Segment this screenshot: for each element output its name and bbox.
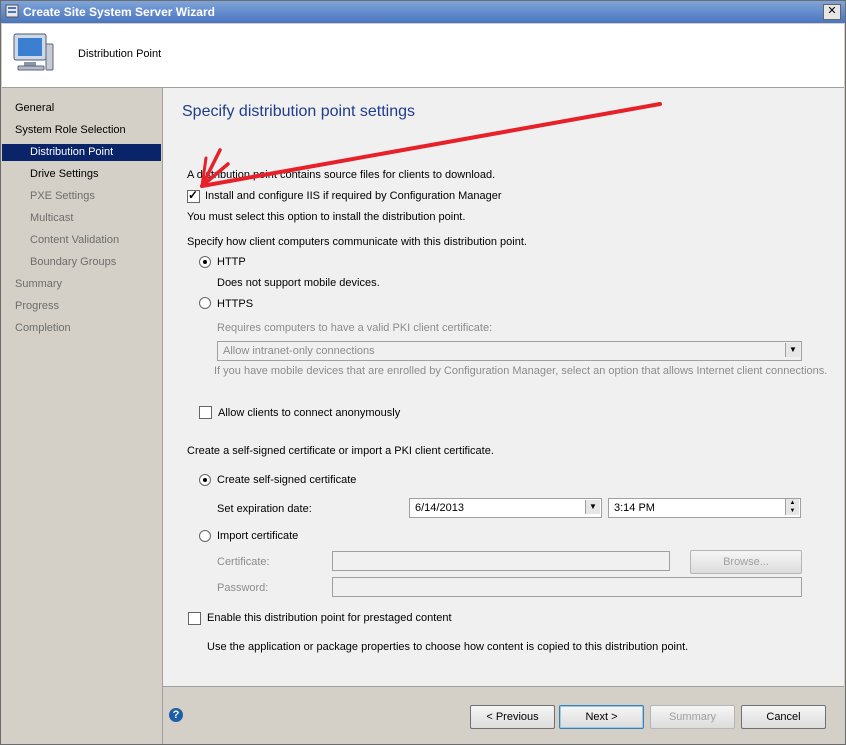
install-iis-label: Install and configure IIS if required by… [205, 190, 502, 202]
import-cert-label: Import certificate [217, 530, 299, 542]
next-button[interactable]: Next > [559, 705, 644, 729]
sidebar-item-pxe-settings[interactable]: PXE Settings [30, 188, 95, 205]
wizard-sidebar: General System Role Selection Distributi… [2, 88, 163, 744]
comm-prompt: Specify how client computers communicate… [187, 236, 527, 248]
app-icon [5, 4, 19, 18]
password-field[interactable] [332, 577, 802, 597]
window-title: Create Site System Server Wizard [23, 5, 215, 19]
expiration-date-picker[interactable]: 6/14/2013 ▼ [409, 498, 602, 518]
browse-button[interactable]: Browse... [690, 550, 802, 574]
close-button[interactable]: ✕ [823, 4, 841, 20]
prestaged-checkbox[interactable] [188, 612, 201, 625]
sidebar-item-drive-settings[interactable]: Drive Settings [30, 166, 98, 183]
page-title: Specify distribution point settings [182, 103, 416, 120]
intranet-connections-select[interactable]: Allow intranet-only connections ▼ [217, 341, 802, 361]
spin-arrows-icon[interactable]: ▲ ▼ [785, 499, 799, 515]
prestaged-label: Enable this distribution point for prest… [207, 612, 452, 624]
summary-button[interactable]: Summary [650, 705, 735, 729]
password-label: Password: [217, 582, 269, 594]
cancel-button[interactable]: Cancel [741, 705, 826, 729]
certificate-label: Certificate: [217, 556, 270, 568]
sidebar-item-multicast[interactable]: Multicast [30, 210, 73, 227]
install-iis-checkbox[interactable] [187, 188, 200, 203]
sidebar-item-summary[interactable]: Summary [15, 276, 62, 293]
intro-text: A distribution point contains source fil… [187, 169, 496, 181]
sidebar-item-progress[interactable]: Progress [15, 298, 59, 315]
http-radio[interactable] [199, 256, 211, 268]
sidebar-item-completion[interactable]: Completion [15, 320, 71, 337]
expiration-label: Set expiration date: [217, 503, 312, 515]
intranet-select-value: Allow intranet-only connections [223, 345, 375, 357]
sidebar-item-system-role-selection[interactable]: System Role Selection [15, 122, 126, 139]
cert-prompt: Create a self-signed certificate or impo… [187, 445, 494, 457]
install-note: You must select this option to install t… [187, 211, 466, 223]
https-radio[interactable] [199, 297, 211, 309]
expiration-time-spinner[interactable]: 3:14 PM ▲ ▼ [608, 498, 801, 518]
sidebar-item-boundary-groups[interactable]: Boundary Groups [30, 254, 116, 271]
wizard-header: Distribution Point [2, 24, 844, 88]
previous-button[interactable]: < Previous [470, 705, 555, 729]
mobile-note: If you have mobile devices that are enro… [214, 365, 828, 377]
self-signed-label: Create self-signed certificate [217, 474, 357, 486]
header-label: Distribution Point [78, 48, 162, 60]
http-label: HTTP [217, 256, 246, 268]
import-cert-radio[interactable] [199, 530, 211, 542]
self-signed-radio[interactable] [199, 474, 211, 486]
certificate-field[interactable] [332, 551, 670, 571]
help-icon[interactable]: ? [169, 708, 183, 722]
allow-anonymous-checkbox[interactable] [199, 406, 212, 419]
main-panel: Specify distribution point settings A di… [163, 88, 844, 687]
expiration-time-value: 3:14 PM [614, 502, 655, 514]
http-note: Does not support mobile devices. [217, 277, 380, 289]
calendar-dropdown-icon[interactable]: ▼ [585, 500, 600, 514]
https-label: HTTPS [217, 298, 254, 310]
https-note: Requires computers to have a valid PKI c… [217, 322, 493, 334]
computer-icon [13, 33, 54, 71]
wizard-window: Create Site System Server Wizard ✕ Distr… [0, 0, 846, 745]
sidebar-item-distribution-point[interactable]: Distribution Point [2, 144, 161, 161]
sidebar-item-content-validation[interactable]: Content Validation [30, 232, 119, 249]
prestaged-note: Use the application or package propertie… [207, 641, 689, 653]
chevron-down-icon[interactable]: ▼ [785, 343, 800, 357]
title-bar: Create Site System Server Wizard ✕ [1, 1, 845, 23]
expiration-date-value: 6/14/2013 [415, 502, 464, 514]
allow-anonymous-label: Allow clients to connect anonymously [218, 407, 401, 419]
sidebar-item-general[interactable]: General [15, 100, 54, 117]
